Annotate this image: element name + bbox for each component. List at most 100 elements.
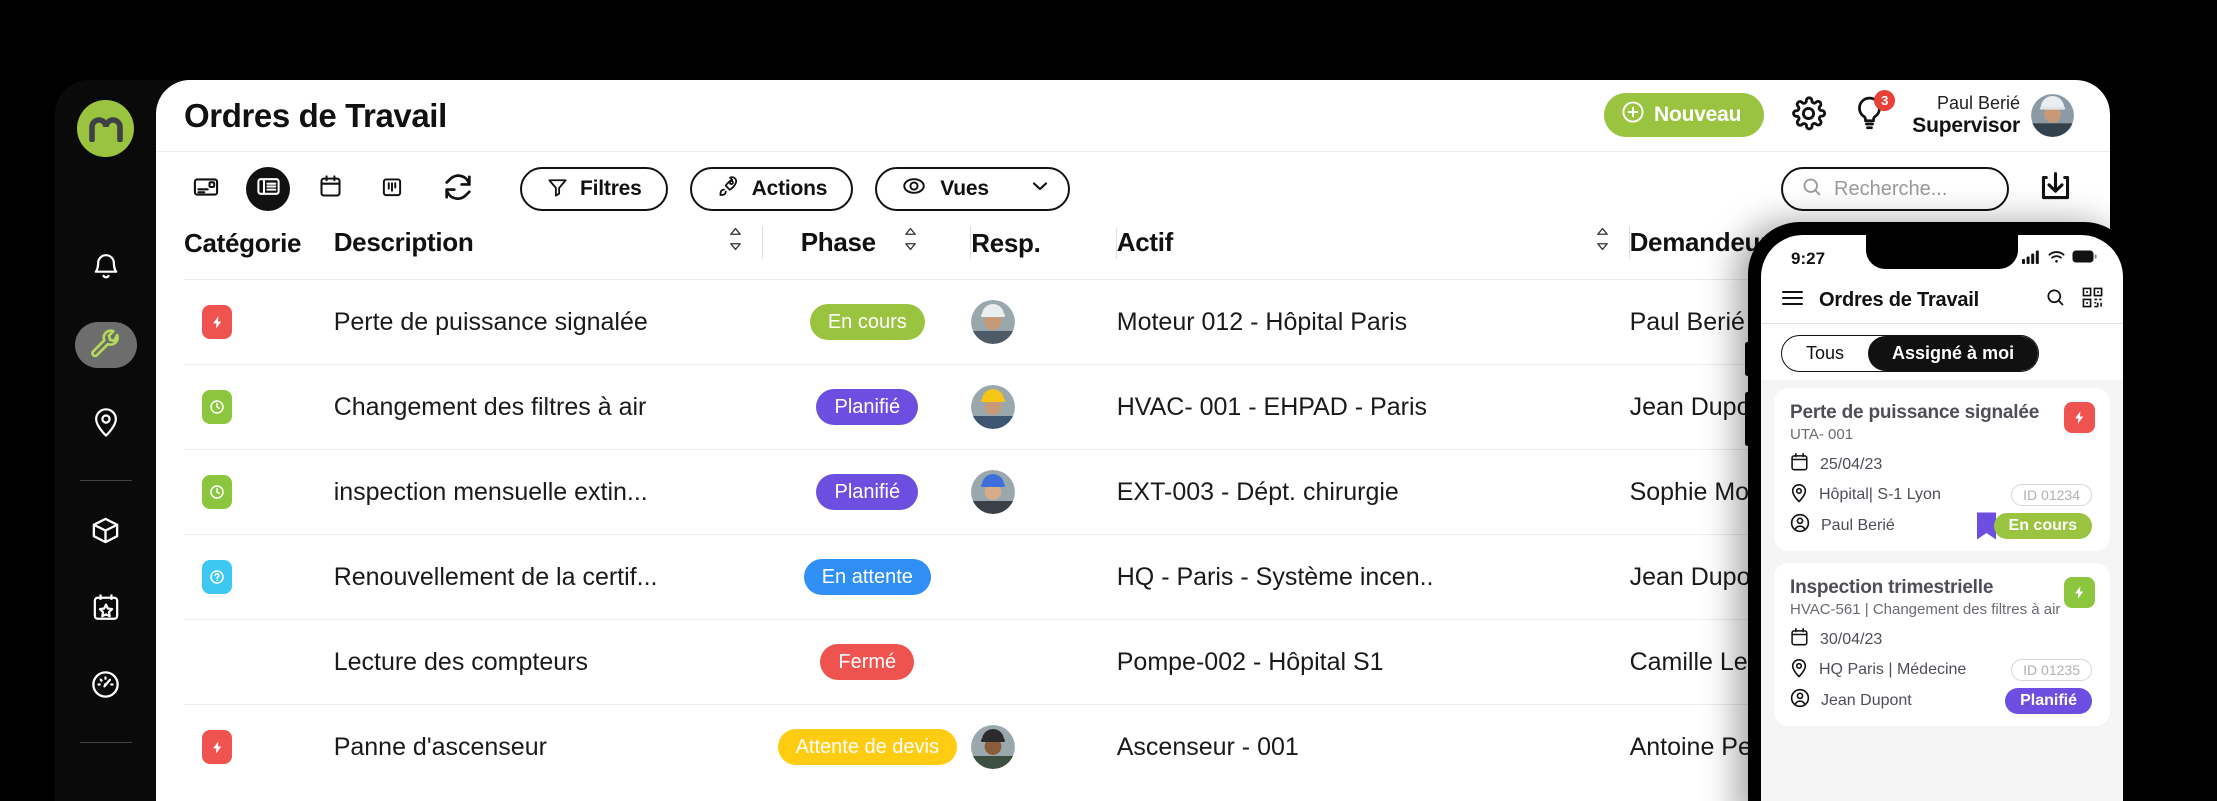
gear-icon [1790,95,1827,135]
cell-actif: HVAC- 001 - EHPAD - Paris [1116,364,1630,450]
card-id-chip: ID 01235 [2011,659,2092,681]
sidebar-item-work-orders[interactable] [74,322,137,368]
cell-description: Changement des filtres à air [333,364,764,450]
app-header: Ordres de Travail Nouveau 3 Paul Berié S… [156,80,2110,152]
card-person: Paul Berié [1821,516,1895,534]
col-header-phase[interactable]: Phase [763,226,972,280]
col-label-categorie: Catégorie [184,228,302,258]
cell-categorie [184,449,334,535]
cell-actif: EXT-003 - Dépt. chirurgie [1116,449,1630,535]
export-button[interactable] [2037,169,2074,209]
card-title: Perte de puissance signalée [1790,402,2040,423]
calendar-star-icon [91,592,121,623]
view-calendar-button[interactable] [308,167,352,211]
actions-button[interactable]: Actions [689,167,854,211]
search-input[interactable] [1834,177,1989,201]
col-header-actif[interactable]: Actif [1117,226,1630,280]
sort-icon[interactable] [902,226,919,259]
card-date-row: 25/04/23 [1790,452,2094,477]
user-menu[interactable]: Paul Berié Supervisor [1912,93,2074,138]
phone-work-order-card[interactable]: Perte de puissance signalée UTA- 001 25/… [1774,388,2110,551]
sort-icon[interactable] [727,226,744,259]
calendar-view-icon [317,173,344,205]
sidebar-item-planning[interactable] [75,584,137,630]
bolt-icon [202,645,232,679]
cell-actif: Ascenseur - 001 [1116,732,1299,761]
card-title: Inspection trimestrielle [1790,577,1994,598]
col-header-categorie[interactable]: Catégorie [184,226,334,280]
card-person: Jean Dupont [1821,691,1912,709]
phone-volume-down [1745,392,1750,446]
view-kanban-button[interactable] [370,167,414,211]
clock-icon [202,475,232,509]
phone-work-order-card[interactable]: Inspection trimestrielle HVAC-561 | Chan… [1774,563,2110,726]
user-info: Paul Berié Supervisor [1912,93,2020,138]
funnel-icon [546,175,569,204]
user-name: Paul Berié [1936,93,2020,114]
new-button-label: Nouveau [1653,103,1742,127]
cell-phase: Attente de devis [763,705,971,790]
phone-title: Ordres de Travail [1819,288,1980,311]
cell-categorie [184,364,334,450]
cell-phase: Fermé [763,619,972,705]
card-subtitle: HVAC-561 | Changement des filtres à air [1790,601,2061,618]
screenshot-root: Ordres de Travail Nouveau 3 Paul Berié S… [0,0,2217,801]
sidebar-item-dashboard[interactable] [75,661,137,707]
view-list-button[interactable] [246,167,290,211]
sidebar [55,80,156,801]
chevron-down-icon [1028,174,1052,204]
phone-time: 9:27 [1791,249,1826,268]
phone-tab-assigne-a-moi[interactable]: Assigné à moi [1868,336,2039,371]
location-pin-icon [92,406,120,438]
cell-actif: HQ - Paris - Système incen.. [1116,534,1630,620]
avatar [2031,93,2074,137]
new-button[interactable]: Nouveau [1603,93,1765,138]
phone-mockup: 9:27 Ordres de Travail Tous Assigné à mo… [1745,222,2136,801]
phone-card-list: Perte de puissance signalée UTA- 001 25/… [1761,380,2123,801]
tips-button[interactable]: 3 [1853,90,1896,135]
sidebar-item-notifications[interactable] [75,245,137,291]
bolt-icon [2064,402,2095,433]
calendar-icon [1790,452,1809,477]
search-icon [1801,176,1823,203]
card-location: HQ Paris | Médecine [1819,661,1967,678]
sidebar-item-logo[interactable] [77,100,134,157]
search-box[interactable] [1781,167,2009,211]
card-location-row: HQ Paris | Médecine ID 01235 [1790,657,2094,683]
refresh-button[interactable] [436,167,480,211]
views-button[interactable]: Vues [875,167,1070,211]
views-label: Vues [940,177,989,200]
clock-icon [202,390,232,424]
card-date: 30/04/23 [1820,630,1883,648]
avatar [971,725,1016,770]
cell-resp [971,449,1117,535]
status-badge: En attente [803,559,931,595]
gauge-icon [90,669,121,700]
cell-resp [971,619,1117,705]
view-card-button[interactable] [184,167,228,211]
card-date: 25/04/23 [1820,455,1883,473]
settings-button[interactable] [1790,95,1827,135]
col-label-description: Description [333,227,474,257]
status-badge: Fermé [820,644,915,680]
sort-icon[interactable] [1594,226,1611,259]
avatar [971,300,1016,344]
sidebar-item-inventory[interactable] [75,507,137,553]
hamburger-icon[interactable] [1781,289,1804,312]
phone-tab-tous[interactable]: Tous [1782,336,1868,371]
col-header-description[interactable]: Description [334,226,764,280]
filters-button[interactable]: Filtres [520,167,668,211]
phone-screen: 9:27 Ordres de Travail Tous Assigné à mo… [1761,235,2123,801]
search-icon[interactable] [2045,287,2066,313]
bolt-icon [202,305,232,339]
battery-icon [2072,250,2097,268]
toolbar-right [1781,167,2074,211]
user-role: Supervisor [1912,113,2020,137]
sidebar-divider-2 [79,742,132,743]
sidebar-item-locations[interactable] [75,399,137,445]
col-header-resp[interactable]: Resp. [971,226,1117,280]
qr-code-icon[interactable] [2082,287,2103,313]
download-icon [2037,169,2074,209]
card-person-row: Jean Dupont Planifié [1790,687,2094,714]
cell-phase: Planifié [763,449,972,535]
